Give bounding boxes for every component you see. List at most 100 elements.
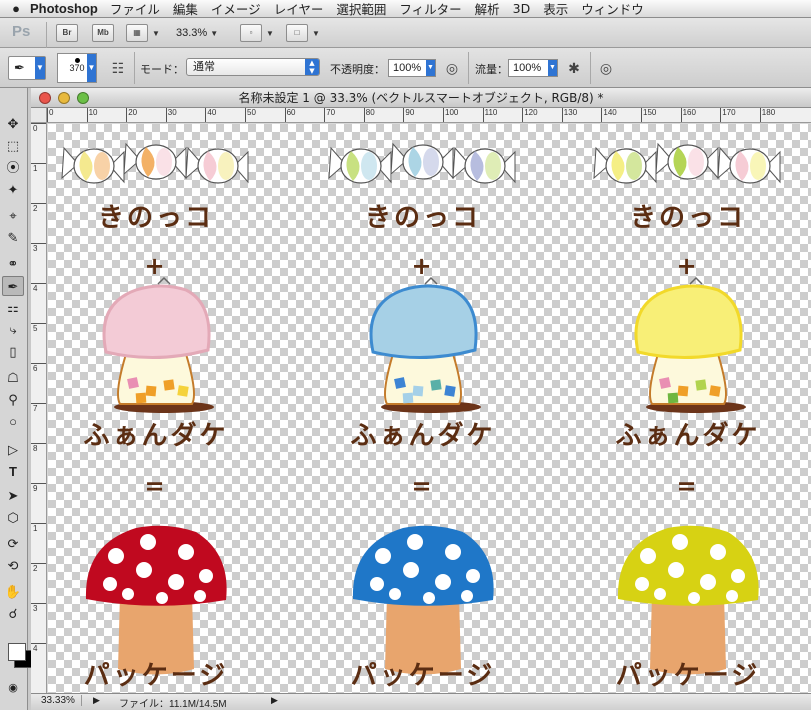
chevron-down-icon: ▼ <box>87 54 96 82</box>
cookie-dot <box>423 592 435 604</box>
magic-wand-tool-icon[interactable]: ✦ <box>2 180 24 200</box>
status-arrow-icon[interactable]: ▶ <box>271 695 278 706</box>
candy-color <box>218 152 234 180</box>
chevron-down-icon[interactable]: ▼ <box>266 29 274 38</box>
chevron-down-icon[interactable]: ▼ <box>426 60 435 76</box>
history-brush-tool-icon[interactable]: ⤷ <box>2 320 24 340</box>
menu-filter[interactable]: フィルター <box>399 0 461 18</box>
bridge-button[interactable]: Br <box>56 24 78 42</box>
cookie-dot <box>731 569 745 583</box>
ruler-tick-label: 40 <box>205 108 216 122</box>
cookie-dot <box>136 562 152 578</box>
mushroom-cookie <box>352 525 494 675</box>
clone-stamp-tool-icon[interactable]: ⚏ <box>2 298 24 318</box>
topping-square <box>145 385 157 397</box>
menu-layer[interactable]: レイヤー <box>274 0 324 18</box>
text-fundake: ふぁんダケ <box>83 420 228 451</box>
3d-orbit-tool-icon[interactable]: ⟲ <box>2 556 24 576</box>
brush-panel-toggle-icon[interactable]: ☷ <box>108 58 128 78</box>
ruler-tick-label: 0 <box>31 123 46 133</box>
zoom-window-icon[interactable] <box>77 92 89 104</box>
vertical-ruler[interactable]: 0 1 2 3 4 5 6 7 8 9 1 2 3 4 <box>31 123 47 693</box>
eyedropper-tool-icon[interactable]: ✎ <box>2 228 24 248</box>
menu-file[interactable]: ファイル <box>110 0 160 18</box>
mini-bridge-button[interactable]: Mb <box>92 24 114 42</box>
ruler-tick-label: 180 <box>759 108 775 122</box>
chevron-down-icon[interactable]: ▼ <box>152 29 160 38</box>
menu-view[interactable]: 表示 <box>543 0 568 18</box>
paint-bucket-tool-icon[interactable]: ☖ <box>2 368 24 388</box>
lasso-tool-icon[interactable]: ⦿ <box>2 158 24 178</box>
tablet-pressure-size-icon[interactable]: ◎ <box>596 58 616 78</box>
ruler-tick-label: 30 <box>165 108 177 122</box>
ruler-tick-label: 170 <box>720 108 736 122</box>
artwork-column: きのっコ + ふぁんダケ = パッケージ <box>593 142 781 691</box>
path-selection-tool-icon[interactable]: ➤ <box>2 486 24 506</box>
brush-size-value: 370 <box>69 63 85 73</box>
status-menu-icon[interactable]: ▶ <box>93 695 100 706</box>
3d-rotate-tool-icon[interactable]: ⟳ <box>2 534 24 554</box>
text-kinokko: きのっコ <box>98 203 214 233</box>
mushroom-cap <box>102 284 211 360</box>
cookie-dot <box>688 592 700 604</box>
brush-tool-icon[interactable]: ✒ <box>2 276 24 296</box>
move-tool-icon[interactable]: ✥ <box>2 114 24 134</box>
menu-edit[interactable]: 編集 <box>173 0 198 18</box>
topping-square <box>177 385 189 397</box>
app-menu[interactable]: Photoshop <box>30 1 98 16</box>
tools-panel: ✥ ⬚ ⦿ ✦ ⌖ ✎ ⚭ ✒ ⚏ ⤷ ▯ ☖ ⚲ ○ ▷ T ➤ ⬡ ⟳ ⟲ … <box>0 88 32 710</box>
menu-3d[interactable]: 3D <box>513 1 531 16</box>
status-file-info: ファイル：11.1M/14.5M <box>119 699 227 710</box>
menu-image[interactable]: イメージ <box>211 0 261 18</box>
chevron-down-icon[interactable]: ▼ <box>548 60 557 76</box>
arrange-documents-button[interactable]: ▫ <box>240 24 262 42</box>
ruler-tick-label: 100 <box>443 108 458 122</box>
status-zoom[interactable]: 33.33% <box>41 695 82 706</box>
artwork-column: きのっコ + ふぁんダケ = パッケージ <box>328 142 516 691</box>
brush-preset-picker[interactable]: 370 ▼ <box>57 53 97 83</box>
menu-window[interactable]: ウィンドウ <box>581 0 644 18</box>
airbrush-icon[interactable]: ✱ <box>564 58 584 78</box>
horizontal-ruler[interactable]: 0 10 20 30 40 50 60 70 80 90 100 110 120 130 140 150 160… <box>47 108 811 123</box>
pen-tool-icon[interactable]: ▷ <box>2 440 24 460</box>
quick-mask-icon[interactable]: ◉ <box>2 678 24 698</box>
cookie-dot <box>407 534 423 550</box>
eraser-tool-icon[interactable]: ▯ <box>2 342 24 362</box>
marquee-tool-icon[interactable]: ⬚ <box>2 136 24 156</box>
screen-mode-button[interactable]: □ <box>286 24 308 42</box>
topping-square <box>163 379 175 391</box>
dodge-tool-icon[interactable]: ⚲ <box>2 390 24 410</box>
tool-preset-picker[interactable]: ✒ ▼ <box>8 56 46 80</box>
ruler-tick-label: 4 <box>31 283 46 293</box>
shape-tool-icon[interactable]: ⬡ <box>2 508 24 528</box>
hand-tool-icon[interactable]: ✋ <box>2 582 24 602</box>
opacity-input[interactable]: 100% ▼ <box>388 59 436 77</box>
canvas[interactable]: きのっコ + ふぁんダケ = パッケージ きのっコ + ふぁんダケ = パッケージ きのっコ + ふぁん… <box>48 124 811 693</box>
type-tool-icon[interactable]: T <box>2 462 24 482</box>
ruler-origin[interactable] <box>31 108 47 123</box>
apple-icon[interactable]: ● <box>6 1 26 16</box>
blur-tool-icon[interactable]: ○ <box>2 412 24 432</box>
ruler-tick-label: 7 <box>31 403 46 413</box>
guides-button[interactable]: ▦ <box>126 24 148 42</box>
equals-sign: = <box>411 472 434 500</box>
cookie-dot <box>461 590 473 602</box>
close-icon[interactable] <box>39 92 51 104</box>
stepper-icon: ▲ ▼ <box>305 59 319 75</box>
chevron-down-icon[interactable]: ▼ <box>312 29 320 38</box>
cookie-dot <box>178 544 194 560</box>
ruler-tick-label: 0 <box>47 108 53 122</box>
menu-select[interactable]: 選択範囲 <box>336 0 386 18</box>
flow-input[interactable]: 100% ▼ <box>508 59 558 77</box>
minimize-icon[interactable] <box>58 92 70 104</box>
zoom-level-select[interactable]: 33.3% ▼ <box>176 27 218 39</box>
status-bar: 33.33% ▶ ファイル：11.1M/14.5M ▶ <box>31 693 811 710</box>
tablet-pressure-opacity-icon[interactable]: ◎ <box>442 58 462 78</box>
foreground-color-swatch[interactable] <box>8 643 26 661</box>
menu-analysis[interactable]: 解析 <box>475 0 500 18</box>
healing-brush-tool-icon[interactable]: ⚭ <box>2 254 24 274</box>
blend-mode-select[interactable]: 通常 ▲ ▼ <box>186 58 320 76</box>
crop-tool-icon[interactable]: ⌖ <box>2 206 24 226</box>
candy-color <box>361 152 377 180</box>
zoom-tool-icon[interactable]: ☌ <box>2 604 24 624</box>
